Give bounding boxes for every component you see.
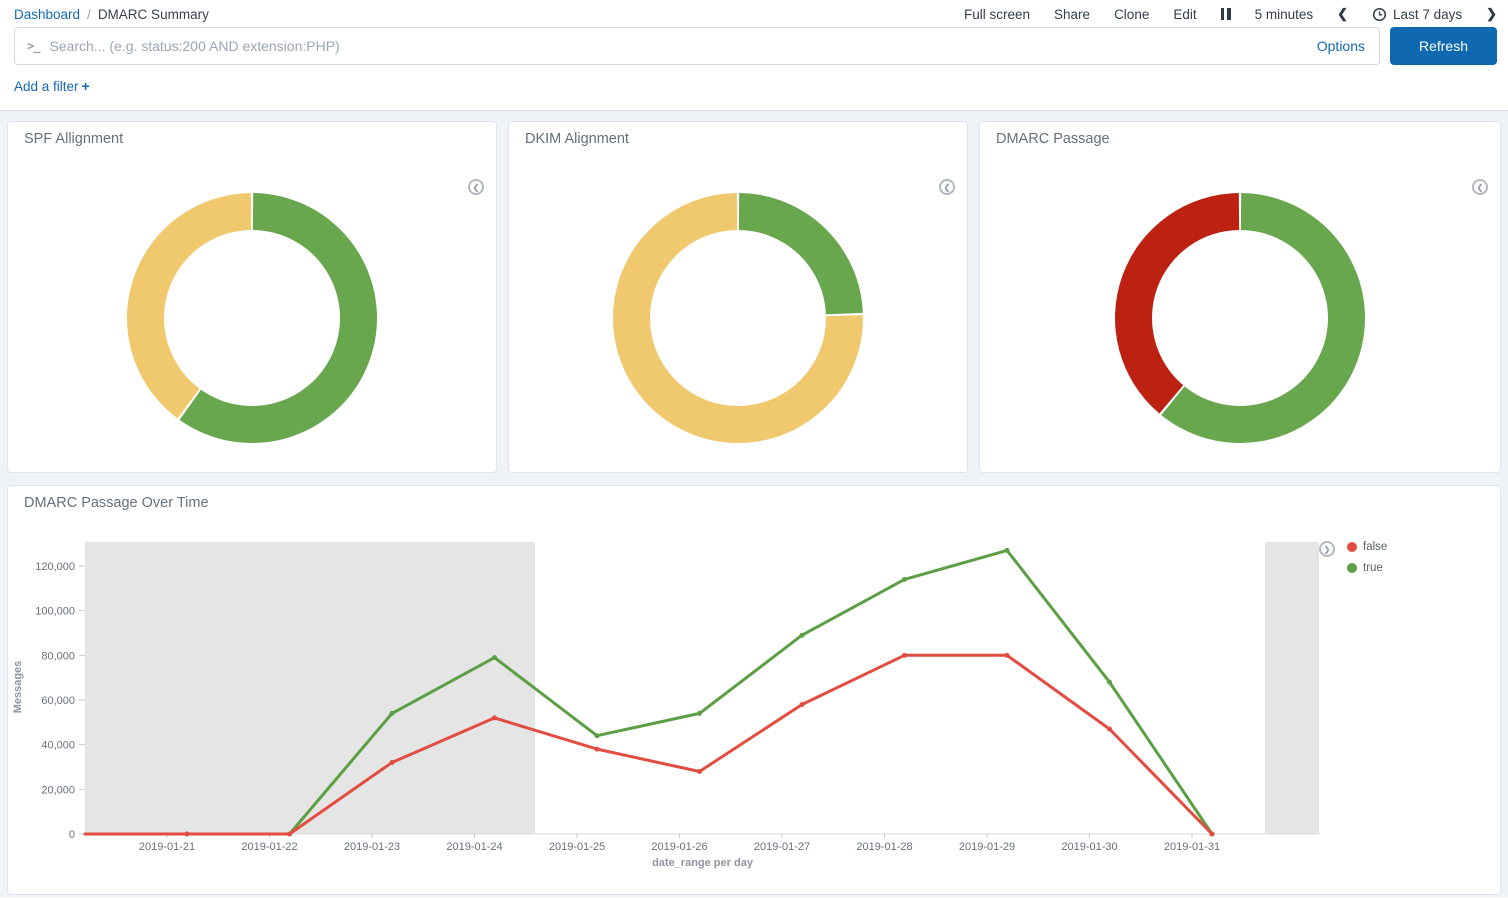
breadcrumb: Dashboard / DMARC Summary [14, 7, 964, 22]
chart-legend: false true [1347, 541, 1387, 574]
breadcrumb-separator: / [87, 7, 91, 22]
top-bar: Dashboard / DMARC Summary Full screen Sh… [0, 0, 1508, 26]
svg-text:120,000: 120,000 [35, 561, 75, 573]
svg-text:0: 0 [69, 829, 75, 841]
legend-collapse-button[interactable]: ❯ [1319, 541, 1335, 557]
panel-dmarc-passage-over-time: DMARC Passage Over Time Messages date_ra… [7, 485, 1501, 895]
y-axis-title: Messages [12, 602, 24, 772]
clock-icon [1372, 7, 1387, 22]
svg-text:40,000: 40,000 [41, 740, 75, 752]
legend-dot-false [1347, 542, 1357, 552]
svg-text:2019-01-21: 2019-01-21 [139, 841, 195, 853]
dashboard-area: SPF Allignment ❮ DKIM Alignment ❮ DMARC … [0, 111, 1508, 897]
filter-bar: Add a filter+ [0, 65, 1508, 111]
time-back-button[interactable]: ❮ [1337, 6, 1348, 22]
add-filter-link[interactable]: Add a filter+ [14, 79, 90, 94]
panel-title: DMARC Passage [996, 131, 1110, 147]
chevron-right-icon: ❯ [1486, 6, 1497, 22]
panel-title: SPF Allignment [24, 131, 123, 147]
svg-text:80,000: 80,000 [41, 650, 75, 662]
legend-expand-button[interactable]: ❮ [939, 179, 955, 195]
spf-alignment-donut-chart[interactable] [8, 122, 496, 472]
legend-expand-button[interactable]: ❮ [468, 179, 484, 195]
share-button[interactable]: Share [1054, 7, 1090, 22]
panel-title: DKIM Alignment [525, 131, 629, 147]
chevron-right-icon: ❯ [1324, 545, 1331, 554]
chevron-left-icon: ❮ [1477, 183, 1484, 192]
panel-dmarc-passage: DMARC Passage ❮ [979, 121, 1501, 473]
legend-expand-button[interactable]: ❮ [1472, 179, 1488, 195]
pause-icon [1221, 8, 1231, 20]
legend-dot-true [1347, 563, 1357, 573]
chevron-left-icon: ❮ [944, 183, 951, 192]
panel-dkim-alignment: DKIM Alignment ❮ [508, 121, 968, 473]
pause-refresh-button[interactable] [1221, 8, 1231, 20]
full-screen-button[interactable]: Full screen [964, 7, 1030, 22]
clone-button[interactable]: Clone [1114, 7, 1149, 22]
query-options-link[interactable]: Options [1317, 38, 1365, 54]
chevron-left-icon: ❮ [473, 183, 480, 192]
legend-label: false [1363, 541, 1387, 553]
query-bar: >_ Options [14, 27, 1380, 65]
chevron-left-icon: ❮ [1337, 6, 1348, 22]
edit-button[interactable]: Edit [1173, 7, 1196, 22]
svg-text:2019-01-23: 2019-01-23 [344, 841, 400, 853]
svg-text:2019-01-27: 2019-01-27 [754, 841, 810, 853]
plus-icon: + [82, 78, 90, 94]
dmarc-passage-line-chart[interactable]: 0 20,000 40,000 60,000 80,000 100,000 120,000 2… [8, 486, 1500, 894]
breadcrumb-dashboard-link[interactable]: Dashboard [14, 7, 80, 22]
query-row: >_ Options Refresh [14, 27, 1497, 65]
legend-item-false[interactable]: false [1347, 541, 1387, 553]
time-range-picker[interactable]: Last 7 days [1372, 7, 1462, 22]
refresh-button[interactable]: Refresh [1390, 27, 1497, 65]
legend-item-true[interactable]: true [1347, 562, 1387, 574]
svg-text:2019-01-22: 2019-01-22 [241, 841, 297, 853]
svg-text:2019-01-29: 2019-01-29 [959, 841, 1015, 853]
svg-text:2019-01-25: 2019-01-25 [549, 841, 605, 853]
time-range-label: Last 7 days [1393, 7, 1462, 22]
svg-text:2019-01-30: 2019-01-30 [1061, 841, 1117, 853]
console-prompt-icon: >_ [27, 39, 39, 53]
svg-text:2019-01-31: 2019-01-31 [1164, 841, 1220, 853]
refresh-interval-button[interactable]: 5 minutes [1255, 7, 1314, 22]
search-input[interactable] [49, 38, 1316, 54]
svg-text:100,000: 100,000 [35, 606, 75, 618]
top-nav-menu: Full screen Share Clone Edit 5 minutes ❮… [964, 6, 1497, 22]
legend-label: true [1363, 562, 1383, 574]
svg-text:60,000: 60,000 [41, 695, 75, 707]
svg-text:20,000: 20,000 [41, 784, 75, 796]
dashboard-grid: SPF Allignment ❮ DKIM Alignment ❮ DMARC … [7, 121, 1501, 895]
x-axis-title: date_range per day [85, 857, 1320, 869]
dmarc-passage-donut-chart[interactable] [980, 122, 1500, 472]
svg-text:2019-01-26: 2019-01-26 [651, 841, 707, 853]
time-forward-button[interactable]: ❯ [1486, 6, 1497, 22]
panel-title: DMARC Passage Over Time [24, 495, 209, 511]
panel-spf-alignment: SPF Allignment ❮ [7, 121, 497, 473]
page-title: DMARC Summary [98, 7, 209, 22]
svg-text:2019-01-24: 2019-01-24 [446, 841, 502, 853]
svg-text:2019-01-28: 2019-01-28 [856, 841, 912, 853]
dkim-alignment-donut-chart[interactable] [509, 122, 967, 472]
